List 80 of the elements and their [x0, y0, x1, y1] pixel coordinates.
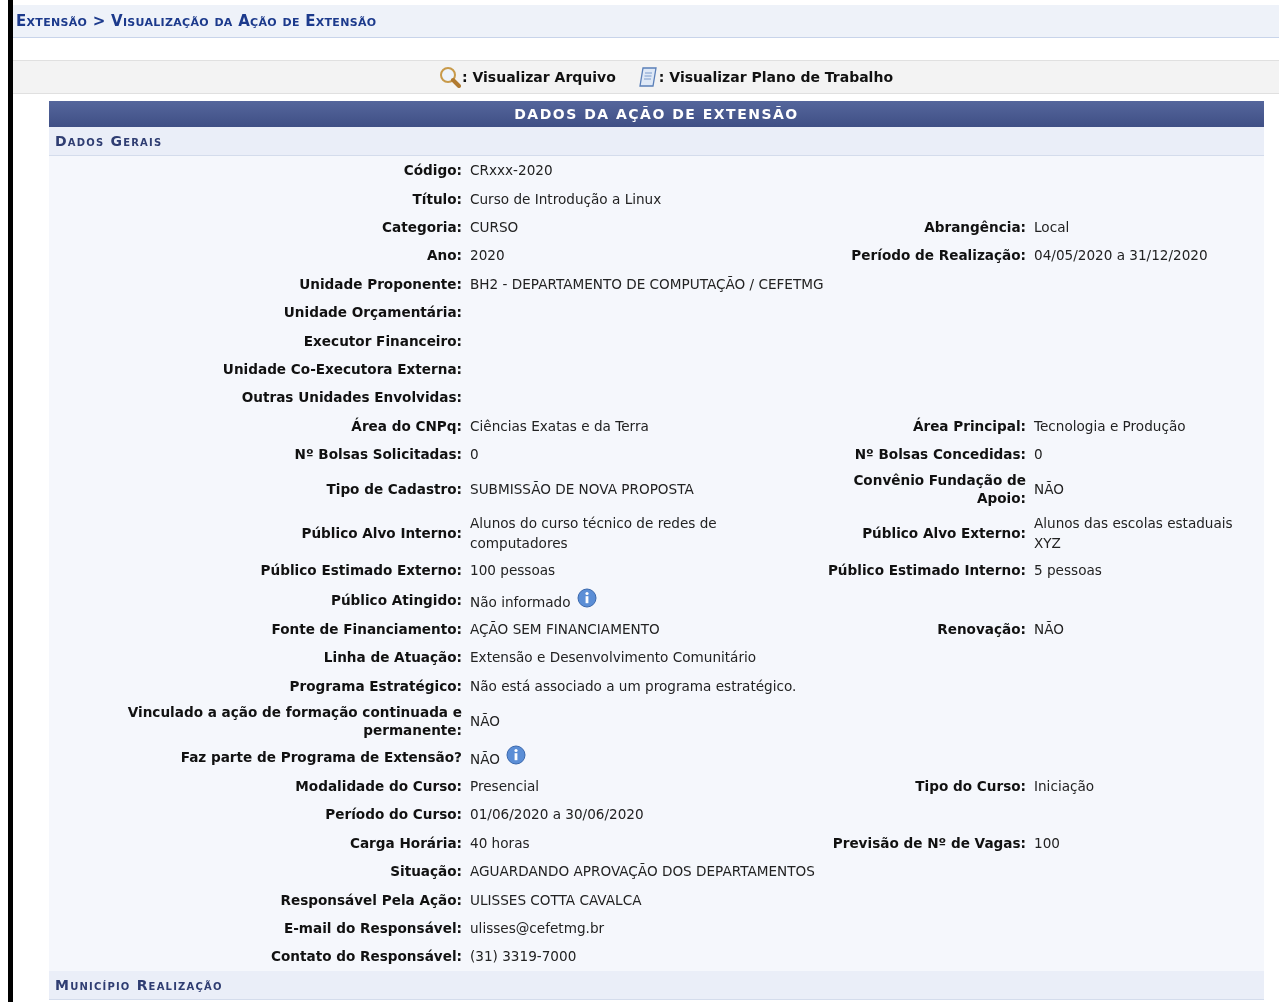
field-label: Abrangência:: [924, 218, 1026, 235]
field-label: Ano:: [427, 247, 462, 264]
field-label: Categoria:: [382, 218, 462, 235]
field-label: Renovação:: [937, 620, 1026, 637]
field-value: 100: [1034, 834, 1060, 851]
toolbar-link[interactable]: : Visualizar Arquivo: [439, 66, 616, 88]
field-label: Período de Realização:: [851, 247, 1026, 264]
field-label: Programa Estratégico:: [289, 677, 462, 694]
field-value: Não está associado a um programa estratégico.: [470, 677, 797, 694]
field-value: 0: [470, 446, 479, 463]
field-value: 100 pessoas: [470, 562, 556, 579]
field-label: Público Atingido:: [330, 591, 462, 608]
field-value: (31) 3319-7000: [470, 948, 577, 965]
field-label: Área do CNPq:: [351, 417, 462, 434]
field-value: 2020: [470, 247, 505, 264]
field-label: Faz parte de Programa de Extensão?: [180, 748, 462, 765]
magnifier-icon: [439, 66, 461, 88]
field-value: Extensão e Desenvolvimento Comunitário: [470, 649, 757, 666]
field-label: Executor Financeiro:: [303, 332, 462, 349]
breadcrumb: Extensão > Visualização da Ação de Extensão: [13, 5, 1279, 38]
field-label: Linha de Atuação:: [323, 649, 462, 666]
field-value: AÇÃO SEM FINANCIAMENTO: [470, 620, 660, 637]
info-icon[interactable]: [505, 744, 526, 765]
field-label: Modalidade do Curso:: [295, 778, 462, 795]
field-label: Nº Bolsas Concedidas:: [854, 446, 1026, 463]
field-label: Tipo de Cadastro:: [326, 481, 462, 498]
field-value: 04/05/2020 a 31/12/2020: [1034, 247, 1208, 264]
panel-title: DADOS DA AÇÃO DE EXTENSÃO: [49, 101, 1264, 127]
field-label: Convênio Fundação de Apoio:: [853, 472, 1026, 507]
field-value: Curso de Introdução a Linux: [470, 190, 662, 207]
field-label: Fonte de Financiamento:: [271, 620, 462, 637]
field-label: Vinculado a ação de formação continuada e permanente:: [127, 703, 462, 738]
info-icon[interactable]: [576, 587, 597, 608]
section-header: Município Realização: [49, 970, 1264, 1000]
field-label: Público Alvo Interno:: [301, 525, 462, 542]
field-value: 40 horas: [470, 834, 530, 851]
field-value: Iniciação: [1034, 778, 1095, 795]
field-value: NÃO: [1034, 620, 1064, 637]
field-label: Unidade Orçamentária:: [283, 304, 462, 321]
section-header: Dados Gerais: [49, 127, 1264, 156]
field-label: Código:: [403, 162, 462, 179]
field-value: 5 pessoas: [1034, 562, 1102, 579]
field-label: Responsável Pela Ação:: [280, 891, 462, 908]
field-value: NÃO: [1034, 481, 1064, 498]
field-value: Alunos das escolas estaduais XYZ: [1034, 515, 1233, 552]
field-value: Alunos do curso técnico de redes de computadores: [470, 515, 717, 552]
field-label: Unidade Proponente:: [299, 275, 462, 292]
field-value: Não informado: [470, 593, 571, 610]
field-label: Outras Unidades Envolvidas:: [241, 389, 462, 406]
field-value: ULISSES COTTA CAVALCA: [470, 891, 642, 908]
field-value: ulisses@cefetmg.br: [470, 920, 605, 936]
toolbar-link[interactable]: : Visualizar Plano de Trabalho: [637, 66, 893, 88]
field-label: Contato do Responsável:: [271, 948, 462, 965]
field-label: Nº Bolsas Solicitadas:: [294, 446, 462, 463]
field-value: AGUARDANDO APROVAÇÃO DOS DEPARTAMENTOS: [470, 863, 815, 880]
field-label: Público Estimado Interno:: [827, 562, 1026, 579]
field-value: Presencial: [470, 778, 540, 795]
field-label: Público Estimado Externo:: [260, 562, 462, 579]
field-label: Tipo do Curso:: [915, 778, 1026, 795]
field-value: 0: [1034, 446, 1043, 463]
field-value: 01/06/2020 a 30/06/2020: [470, 806, 644, 823]
field-value: NÃO: [470, 750, 500, 767]
field-label: Público Alvo Externo:: [862, 525, 1026, 542]
field-value: NÃO: [470, 712, 500, 729]
field-value: CURSO: [470, 218, 519, 235]
field-label: Previsão de Nº de Vagas:: [832, 834, 1026, 851]
field-value: CRxxx-2020: [470, 162, 553, 179]
field-label: Título:: [412, 190, 462, 207]
field-label: Carga Horária:: [349, 834, 462, 851]
field-label: Situação:: [390, 863, 462, 880]
field-value: Local: [1034, 218, 1070, 235]
field-value: SUBMISSÃO DE NOVA PROPOSTA: [470, 481, 694, 498]
field-label: Unidade Co-Executora Externa:: [222, 360, 462, 377]
field-label: Área Principal:: [912, 417, 1026, 434]
field-label: E-mail do Responsável:: [283, 920, 462, 936]
field-label: Período do Curso:: [325, 806, 462, 823]
document-icon: [637, 66, 658, 88]
field-value: Ciências Exatas e da Terra: [470, 417, 649, 434]
field-value: BH2 - DEPARTAMENTO DE COMPUTAÇÃO / CEFETMG: [470, 275, 824, 292]
field-value: Tecnologia e Produção: [1034, 417, 1186, 434]
